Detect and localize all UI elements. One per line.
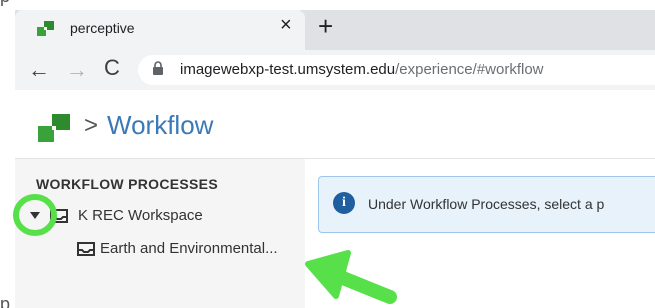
tab-close-icon[interactable]: × bbox=[280, 14, 292, 37]
tree-item-earth-environmental[interactable]: Earth and Environmental... bbox=[100, 240, 278, 257]
expand-caret-icon[interactable] bbox=[30, 212, 40, 220]
tree-item-workspace[interactable]: K REC Workspace bbox=[78, 207, 203, 224]
page-title: Workflow bbox=[107, 110, 214, 140]
lock-icon[interactable] bbox=[152, 61, 164, 75]
back-button[interactable]: ← bbox=[28, 57, 50, 83]
new-tab-button[interactable]: + bbox=[318, 11, 333, 42]
tab-favicon-icon bbox=[37, 21, 54, 36]
app-logo-icon[interactable] bbox=[36, 110, 76, 146]
bottom-caption-fragment: p bbox=[0, 296, 11, 308]
window-edge bbox=[0, 10, 15, 308]
browser-tab[interactable] bbox=[15, 10, 305, 50]
reload-button[interactable]: C bbox=[104, 55, 120, 81]
queue-tray-icon bbox=[77, 242, 95, 256]
section-heading: WORKFLOW PROCESSES bbox=[36, 176, 218, 192]
workspace-tray-icon bbox=[50, 209, 68, 223]
url-text: imagewebxp-test.umsystem.edu/experience/… bbox=[180, 61, 544, 78]
forward-button[interactable]: → bbox=[66, 57, 88, 83]
tab-title: perceptive bbox=[70, 20, 135, 36]
info-banner-text: Under Workflow Processes, select a p bbox=[368, 196, 605, 212]
breadcrumb-separator: > bbox=[84, 112, 99, 139]
url-host: imagewebxp-test.umsystem.edu bbox=[180, 61, 396, 78]
url-path: /experience/#workflow bbox=[395, 61, 544, 78]
info-icon: i bbox=[333, 192, 355, 214]
